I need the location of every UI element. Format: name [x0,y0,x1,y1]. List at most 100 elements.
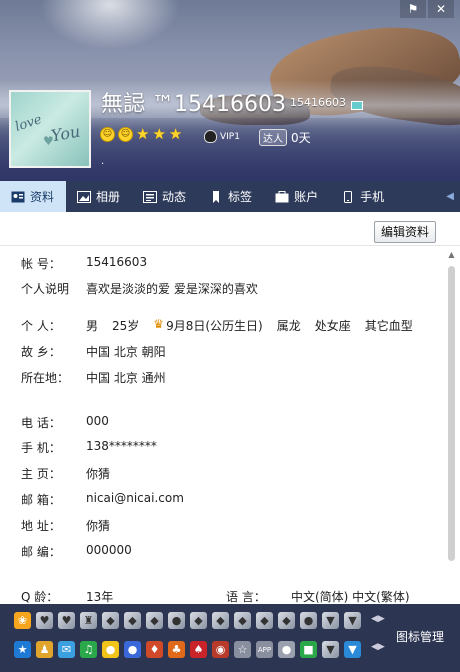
level-badges[interactable]: ☺ ☺ ★ ★ ★ [100,127,182,142]
diamond-icon[interactable]: ◆ [146,612,163,629]
field-qage-language: Q 龄： 13年 语 言： 中文(简体) 中文(繁体) [0,588,440,604]
heart-icon[interactable]: ♥ [36,612,53,629]
field-homepage: 主 页： 你猜 [0,465,440,483]
field-phone: 电 话： 000 [0,414,440,432]
profile-card-icon [11,191,25,202]
qq-number: 15416603 [290,96,346,109]
app-icon[interactable]: APP [256,641,273,658]
field-label: 主 页： [21,467,61,481]
tab-tags[interactable]: 标签 [198,181,264,212]
chevron-left-icon[interactable]: ◀▶ [371,614,385,624]
chevron-left-icon[interactable]: ◀ [446,191,454,202]
game-icon[interactable]: ■ [300,641,317,658]
game-icon[interactable]: ♟ [36,641,53,658]
feed-icon [143,190,158,203]
diamond-icon[interactable]: ◆ [102,612,119,629]
penguin-icon[interactable]: ● [124,641,141,658]
tab-album[interactable]: 相册 [66,181,132,212]
scroll-up-arrow-icon[interactable]: ▲ [447,250,456,259]
field-value: 000 [86,414,109,428]
tab-phone[interactable]: 手机 [330,181,396,212]
trophy-icon[interactable]: ♜ [80,612,97,629]
field-label: 故 乡： [21,345,61,359]
edit-profile-button[interactable]: 编辑资料 [373,221,436,243]
row-2-arrows[interactable]: ◀▶ [371,642,385,652]
content-scrollbar[interactable]: ▲ [447,248,456,604]
field-label: 语 言： [226,590,266,604]
mail-icon[interactable]: ✉ [58,641,75,658]
field-value: 138******** [86,439,157,453]
game-icon[interactable]: ♠ [190,641,207,658]
game-icon[interactable]: ♣ [168,641,185,658]
music-icon[interactable]: ♫ [80,641,97,658]
tab-label: 手机 [360,190,385,204]
field-value: 喜欢是淡淡的爱 爱是深深的喜欢 [86,282,258,296]
tab-account[interactable]: 账户 [264,181,330,212]
birthday: 9月8日(公历生日) [166,319,263,333]
field-label: 个 人： [21,319,61,333]
signature: . [101,156,105,167]
field-label: 邮 编： [21,545,61,559]
service-icons-row-1: ❀ ♥ ♥ ♜ ◆ ◆ ◆ ● ◆ ◆ ◆ ◆ ◆ ● ▼ ▼ [14,612,361,629]
shield-icon[interactable]: ▼ [344,612,361,629]
diamond-icon[interactable]: ◆ [190,612,207,629]
daren-badge[interactable]: 达人 0天 [259,129,311,146]
business-card-icon[interactable] [351,101,363,110]
flame-icon[interactable]: ❀ [14,612,31,629]
icon-manage-link[interactable]: 图标管理 [396,628,444,645]
qzone-icon[interactable]: ★ [14,641,31,658]
chevron-right-icon[interactable]: ◀▶ [371,642,385,652]
field-label: 电 话： [21,416,61,430]
tab-label: 标签 [228,190,253,204]
avatar[interactable]: love ♥ You [9,90,91,168]
shield-icon[interactable]: ▼ [344,641,361,658]
diamond-icon[interactable]: ◆ [124,612,141,629]
field-value: 中国 北京 朝阳 [86,345,166,359]
pet-icon[interactable]: ● [102,641,119,658]
diamond-icon[interactable]: ◆ [212,612,229,629]
age: 25岁 [112,319,140,333]
star-icon[interactable]: ☆ [234,641,251,658]
row-1-arrows[interactable]: ◀▶ [371,614,385,624]
game-icon[interactable]: ◉ [212,641,229,658]
tab-profile[interactable]: 资料 [0,181,67,212]
field-mobile: 手 机： 138******** [0,439,440,457]
field-label: 个人说明 [21,282,70,296]
field-label: Q 龄： [21,590,59,604]
nickname: 無誋 ™15416603 [101,92,286,117]
star-level-icon: ★ [152,125,166,143]
penguin-icon[interactable]: ● [300,612,317,629]
avatar-art: You [49,121,82,146]
scroll-thumb[interactable] [448,266,455,561]
wallet-icon [275,190,289,202]
diamond-icon[interactable]: ◆ [256,612,273,629]
shield-icon[interactable]: ▼ [322,612,339,629]
field-value: 中文(简体) 中文(繁体) [291,590,410,604]
vip-badge[interactable]: VIP1 [204,130,240,143]
tab-feed[interactable]: 动态 [132,181,198,212]
cover-moon-glow [40,0,180,50]
tab-bar: 资料 相册 动态 标签 账户 手机 ◀ [0,181,460,212]
shield-icon[interactable]: ▼ [322,641,339,658]
field-email: 邮 箱： nicai@nicai.com [0,491,440,509]
star-level-icon: ★ [168,125,183,143]
heart-icon[interactable]: ♥ [58,612,75,629]
bubble-icon[interactable]: ● [278,641,295,658]
tab-scroll-arrows[interactable]: ◀ [446,181,460,212]
star-level-icon: ★ [136,125,150,143]
bookmark-tag-icon [213,190,220,203]
vip-label: VIP1 [220,131,240,142]
pin-icon[interactable]: ⚑ [400,0,426,18]
diamond-icon[interactable]: ◆ [234,612,251,629]
sun-level-icon: ☺ [100,127,115,142]
tab-label: 相册 [96,190,121,204]
window-controls: ⚑ ✕ [400,0,454,18]
close-icon[interactable]: ✕ [428,0,454,18]
penguin-icon[interactable]: ● [168,612,185,629]
field-label: 手 机： [21,441,61,455]
tab-label: 资料 [30,190,55,204]
diamond-icon[interactable]: ◆ [278,612,295,629]
service-icon-bar: ❀ ♥ ♥ ♜ ◆ ◆ ◆ ● ◆ ◆ ◆ ◆ ◆ ● ▼ ▼ ◀▶ ★ ♟ ✉… [0,604,460,672]
game-icon[interactable]: ♦ [146,641,163,658]
field-value: 000000 [86,543,132,557]
